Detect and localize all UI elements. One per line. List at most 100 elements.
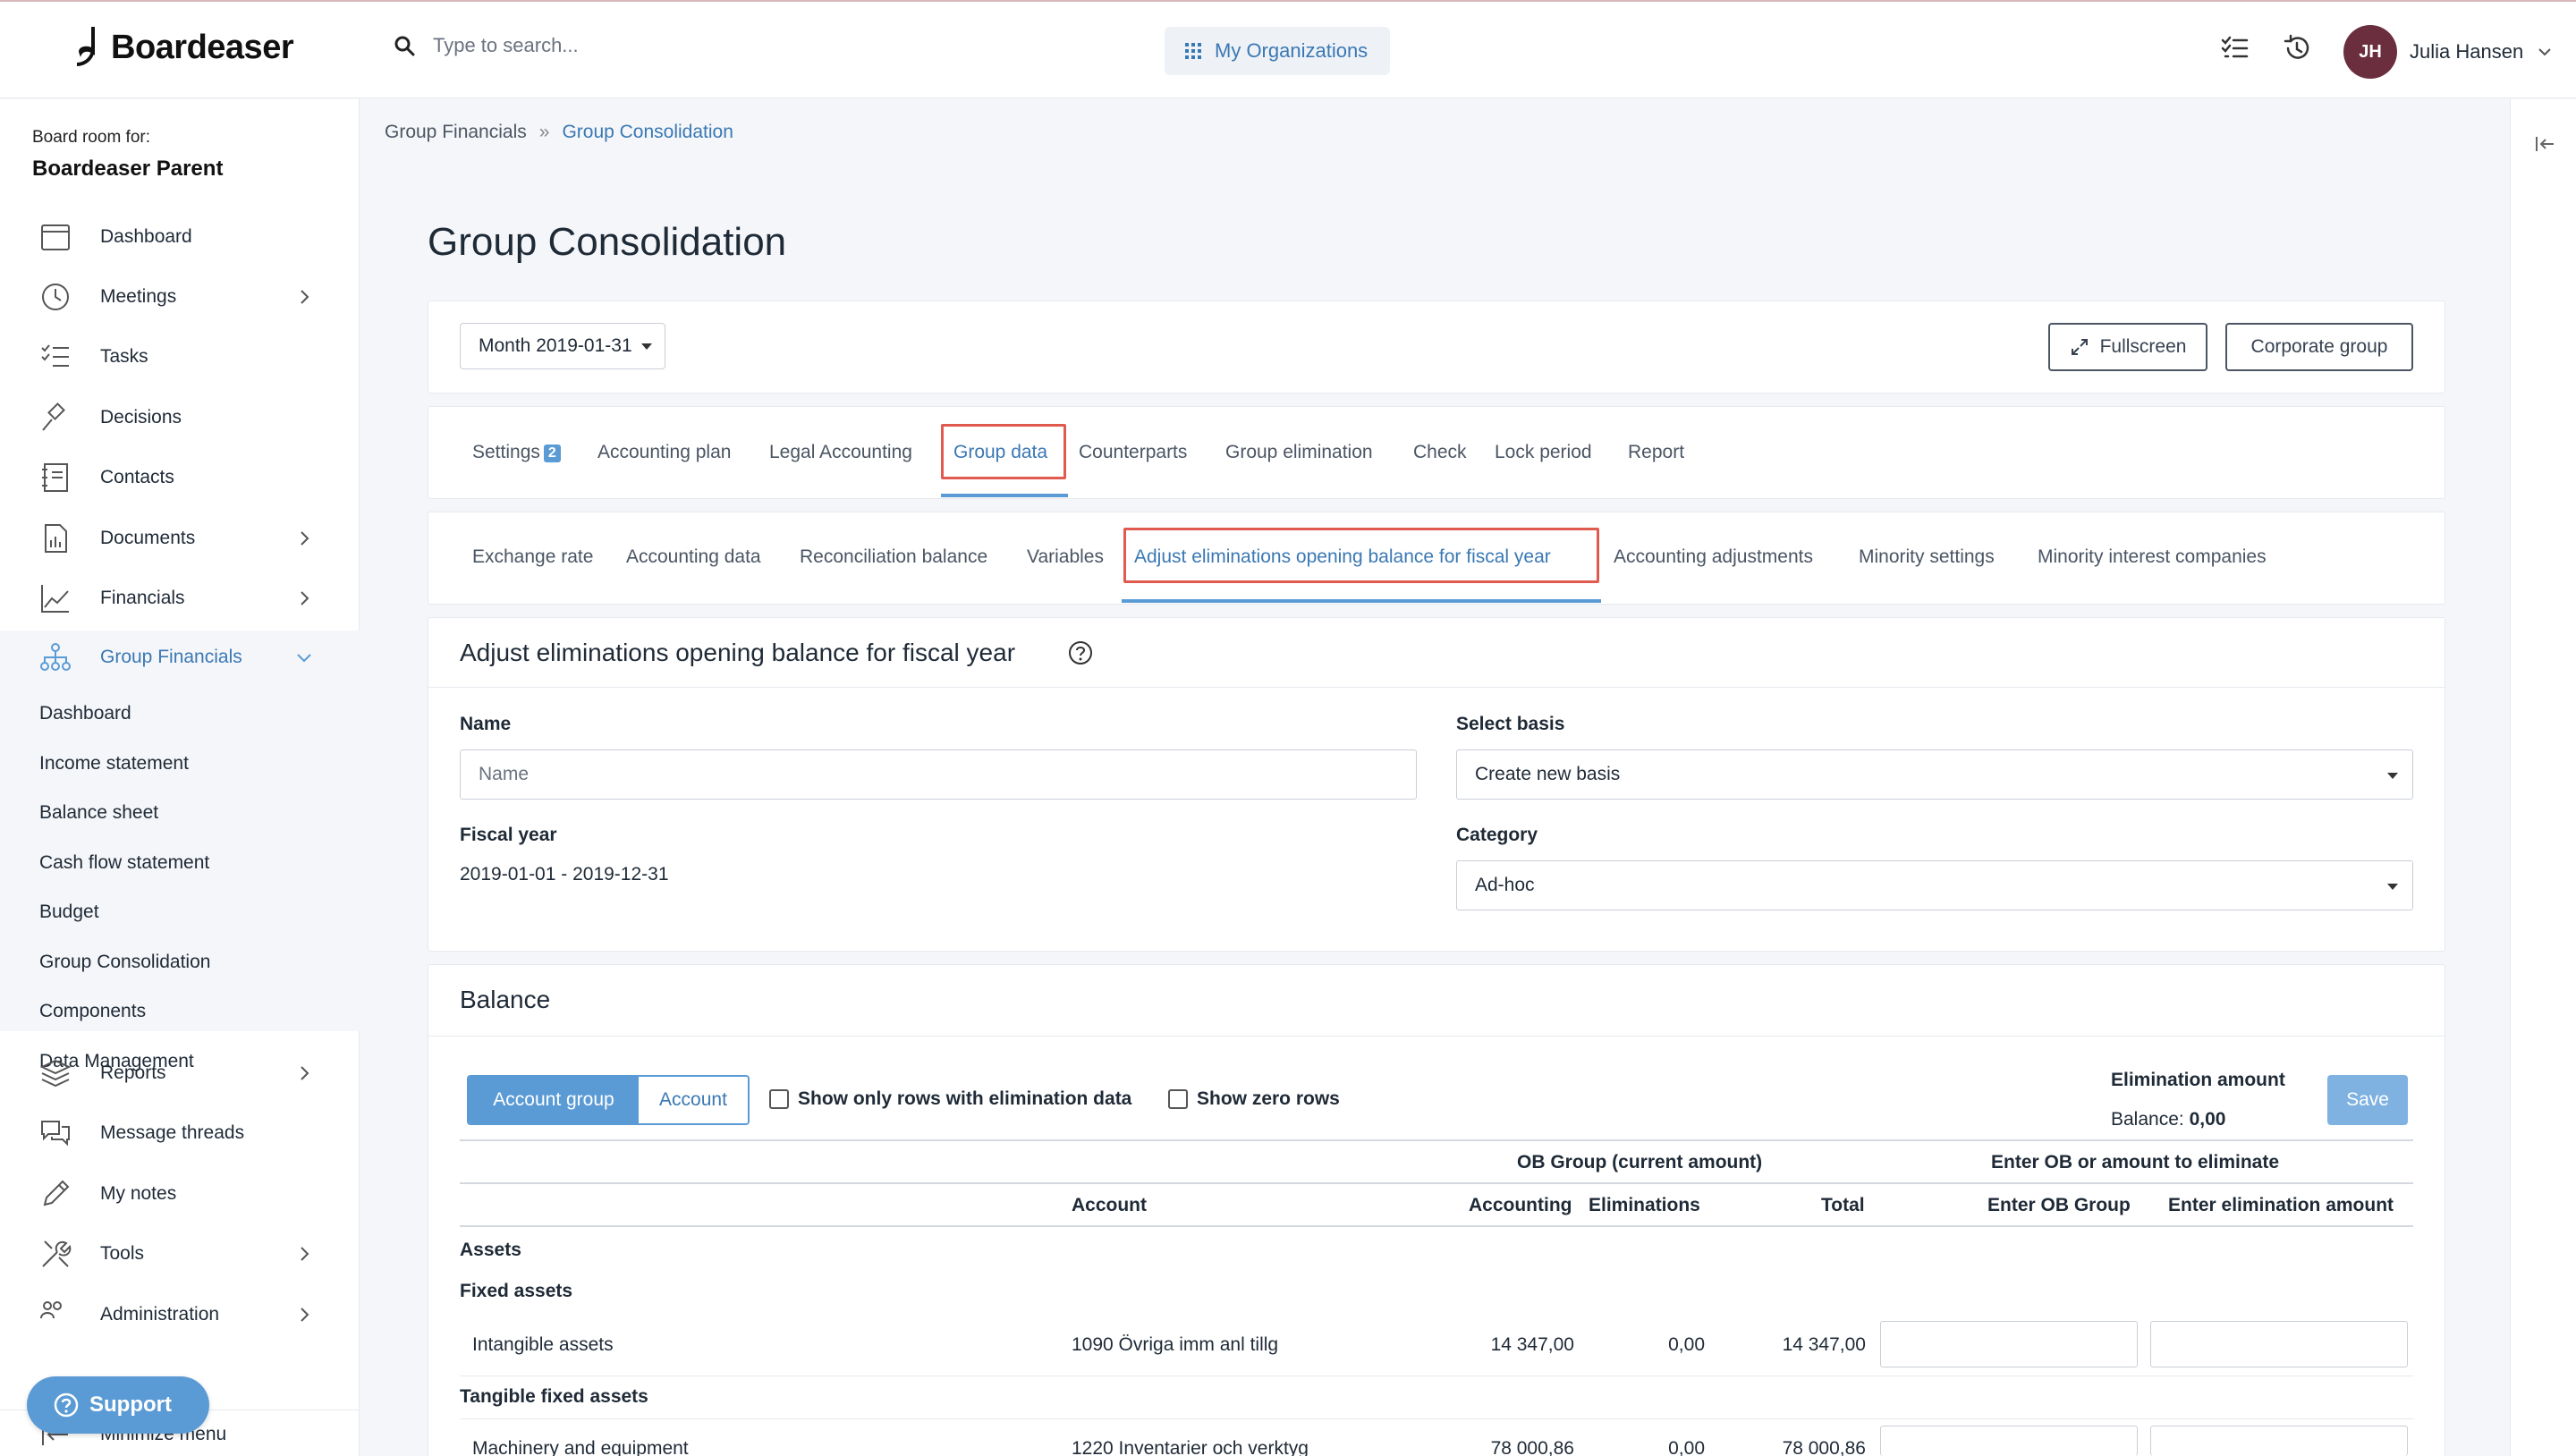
submenu-item-group-consolidation[interactable]: Group Consolidation [39,952,210,973]
support-button[interactable]: Support [27,1376,209,1434]
subtab-adjust-eliminations[interactable]: Adjust eliminations opening balance for … [1134,546,1551,568]
subtab-variables[interactable]: Variables [1027,546,1104,568]
sidebar-item-tasks[interactable]: Tasks [0,330,360,384]
subtab-reconciliation-balance[interactable]: Reconciliation balance [800,546,987,568]
tab-legal-accounting[interactable]: Legal Accounting [769,442,912,463]
elimination-amount-label: Elimination amount [2111,1070,2285,1090]
header-enter-ob: Enter OB or amount to eliminate [1991,1152,2280,1172]
row-accounting: 78 000,86 [1490,1438,1574,1456]
row-account: 1220 Inventarier och verktyg [1072,1438,1309,1456]
user-name: Julia Hansen [2410,40,2524,63]
fullscreen-button[interactable]: Fullscreen [2048,323,2207,371]
category-select[interactable]: Ad-hoc [1456,860,2413,910]
tab-counterparts[interactable]: Counterparts [1079,442,1187,463]
select-basis-label: Select basis [1456,714,1565,734]
corporate-group-label: Corporate group [2250,336,2388,357]
submenu-item-budget[interactable]: Budget [39,902,99,923]
balance-value: 0,00 [2189,1109,2226,1130]
caret-down-icon [2387,884,2398,890]
toggle-account[interactable]: Account [639,1077,748,1123]
balance-card-divider [428,1036,2445,1037]
enter-ob-group-input[interactable] [1880,1426,2138,1456]
sidebar-item-group-financials[interactable]: Group Financials [0,631,360,684]
sidebar-item-tools[interactable]: Tools [0,1227,360,1281]
sidebar-item-decisions[interactable]: Decisions [0,391,360,444]
fiscal-year-label: Fiscal year [460,825,557,845]
breadcrumb-current[interactable]: Group Consolidation [562,122,733,143]
checkbox-label: Show only rows with elimination data [798,1088,1132,1109]
gavel-icon [42,402,65,431]
enter-ob-group-input[interactable] [1880,1321,2138,1367]
board-room-name[interactable]: Boardeaser Parent [32,157,223,182]
subtab-accounting-adjustments[interactable]: Accounting adjustments [1614,546,1813,568]
balance-title: Balance [460,986,551,1013]
tab-active-indicator [941,494,1068,497]
corporate-group-button[interactable]: Corporate group [2225,323,2413,371]
enter-elimination-input[interactable] [2150,1426,2408,1456]
sidebar-item-label: Reports [100,1062,166,1083]
elimination-rows-checkbox[interactable]: Show only rows with elimination data [769,1088,1131,1110]
subtab-minority-settings[interactable]: Minority settings [1859,546,1995,568]
tab-group-elimination[interactable]: Group elimination [1225,442,1373,463]
grid-icon [1185,43,1201,59]
chevron-right-icon [301,1308,309,1322]
tab-report[interactable]: Report [1628,442,1684,463]
sidebar-item-my-notes[interactable]: My notes [0,1167,360,1221]
sidebar-item-reports[interactable]: Reports [0,1046,360,1100]
support-label: Support [89,1393,172,1417]
row-name: Intangible assets [472,1334,614,1355]
submenu-item-dashboard[interactable]: Dashboard [39,703,131,724]
help-circle-icon[interactable] [1068,640,1093,665]
toggle-account-group[interactable]: Account group [469,1077,639,1123]
my-organizations-button[interactable]: My Organizations [1165,27,1390,75]
fullscreen-label: Fullscreen [2099,336,2187,357]
sidebar-item-label: Contacts [100,467,174,487]
basis-select[interactable]: Create new basis [1456,749,2413,800]
period-select[interactable]: Month 2019-01-31 [460,323,665,369]
logo[interactable]: Boardeaser [73,25,294,70]
tab-check[interactable]: Check [1413,442,1467,463]
search-input[interactable] [433,34,880,57]
checklist-icon[interactable] [2220,34,2249,63]
subtab-minority-interest-companies[interactable]: Minority interest companies [2038,546,2267,568]
user-menu[interactable]: JH Julia Hansen [2343,25,2554,79]
collapse-panel-icon[interactable] [2534,133,2555,155]
subtab-exchange-rate[interactable]: Exchange rate [472,546,593,568]
tab-label: Settings [472,442,540,462]
sidebar-item-financials[interactable]: Financials [0,571,360,625]
row-eliminations: 0,00 [1668,1334,1705,1355]
sidebar-item-administration[interactable]: Administration [0,1288,360,1342]
tab-settings[interactable]: Settings 2 [472,442,561,463]
sidebar-item-contacts[interactable]: Contacts [0,451,360,504]
tab-lock-period[interactable]: Lock period [1495,442,1592,463]
submenu-item-income-statement[interactable]: Income statement [39,753,189,775]
enter-elimination-input[interactable] [2150,1321,2408,1367]
zero-rows-checkbox[interactable]: Show zero rows [1168,1088,1340,1110]
sidebar-item-documents[interactable]: Documents [0,512,360,565]
sidebar-item-dashboard[interactable]: Dashboard [0,210,360,264]
header-ob-group: OB Group (current amount) [1517,1152,1763,1172]
subtab-accounting-data[interactable]: Accounting data [626,546,761,568]
submenu-item-components[interactable]: Components [39,1001,146,1022]
sidebar-item-label: My notes [100,1183,177,1204]
breadcrumb-parent[interactable]: Group Financials [385,122,527,143]
submenu-item-balance-sheet[interactable]: Balance sheet [39,802,158,824]
sidebar-item-label: Decisions [100,407,182,427]
row-eliminations: 0,00 [1668,1438,1705,1456]
caret-down-icon [640,343,652,350]
help-circle-icon [54,1393,79,1418]
submenu-item-cash-flow[interactable]: Cash flow statement [39,852,209,874]
history-icon[interactable] [2283,34,2311,63]
row-name: Machinery and equipment [472,1438,689,1456]
search-icon [394,36,415,56]
tools-icon [42,1240,72,1267]
tab-group-data[interactable]: Group data [953,442,1047,463]
sidebar-item-message-threads[interactable]: Message threads [0,1106,360,1160]
name-input[interactable] [460,749,1417,800]
tab-accounting-plan[interactable]: Accounting plan [597,442,731,463]
save-button[interactable]: Save [2327,1075,2408,1125]
task-list-icon [41,344,69,367]
sidebar-item-meetings[interactable]: Meetings [0,270,360,324]
row-total: 14 347,00 [1782,1334,1866,1355]
chevron-down-icon [297,654,311,663]
